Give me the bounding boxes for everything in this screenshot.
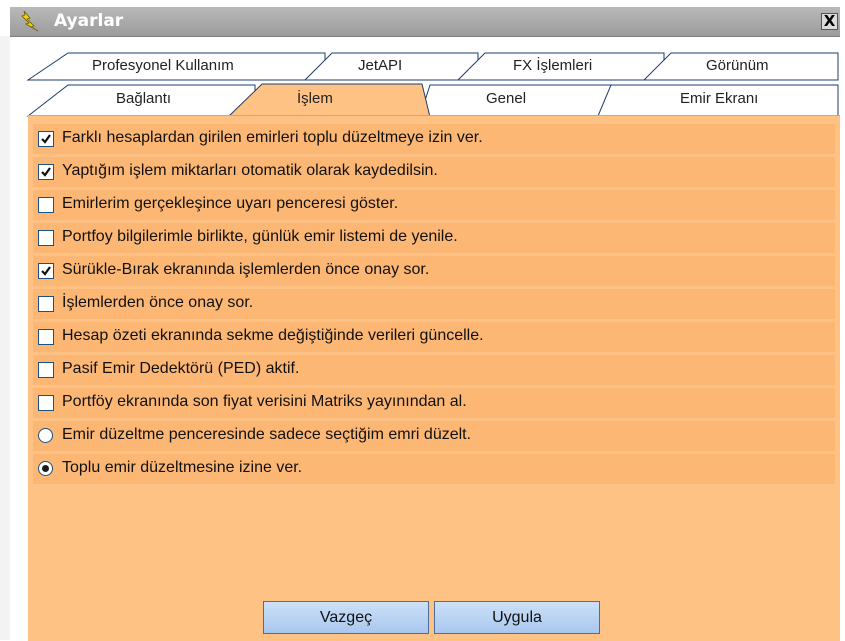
radio-option-row[interactable]: Emir düzeltme penceresinde sadece seçtiğ… — [33, 421, 835, 451]
cancel-button[interactable]: Vazgeç — [263, 601, 429, 634]
checkbox-option-row[interactable]: İşlemlerden önce onay sor. — [33, 289, 835, 319]
checkmark-icon — [41, 134, 51, 144]
tab-emir-ekrani[interactable]: Emir Ekranı — [680, 90, 758, 107]
tab-fx-islemleri[interactable]: FX İşlemleri — [513, 57, 592, 74]
tab-profesyonel-kullanim[interactable]: Profesyonel Kullanım — [92, 57, 234, 74]
checkbox-option-row[interactable]: Yaptığım işlem miktarları otomatik olara… — [33, 157, 835, 187]
tab-gorunum[interactable]: Görünüm — [706, 57, 769, 74]
checkmark-icon — [41, 167, 51, 177]
checkbox-option-row[interactable]: Emirlerim gerçekleşince uyarı penceresi … — [33, 190, 835, 220]
option-label: Portföy ekranında son fiyat verisini Mat… — [62, 393, 467, 410]
tab-genel[interactable]: Genel — [486, 90, 526, 107]
checkbox-checked[interactable] — [38, 263, 54, 279]
checkmark-icon — [41, 266, 51, 276]
tab-jetapi[interactable]: JetAPI — [358, 57, 402, 74]
checkbox-checked[interactable] — [38, 131, 54, 147]
checkbox-unchecked[interactable] — [38, 362, 54, 378]
option-label: Portfoy bilgilerimle birlikte, günlük em… — [62, 228, 458, 245]
checkbox-option-row[interactable]: Farklı hesaplardan girilen emirleri topl… — [33, 124, 835, 154]
islem-settings-panel: Farklı hesaplardan girilen emirleri topl… — [28, 115, 840, 641]
checkbox-unchecked[interactable] — [38, 230, 54, 246]
option-label: Emir düzeltme penceresinde sadece seçtiğ… — [62, 426, 472, 443]
window-left-border — [0, 36, 10, 640]
option-label: Farklı hesaplardan girilen emirleri topl… — [62, 129, 483, 146]
checkbox-unchecked[interactable] — [38, 296, 54, 312]
option-label: Yaptığım işlem miktarları otomatik olara… — [62, 162, 438, 179]
checkbox-option-row[interactable]: Pasif Emir Dedektörü (PED) aktif. — [33, 355, 835, 385]
option-label: Pasif Emir Dedektörü (PED) aktif. — [62, 360, 300, 377]
checkbox-checked[interactable] — [38, 164, 54, 180]
checkbox-unchecked[interactable] — [38, 197, 54, 213]
option-label: Hesap özeti ekranında sekme değiştiğinde… — [62, 327, 484, 344]
checkbox-unchecked[interactable] — [38, 395, 54, 411]
option-label: Emirlerim gerçekleşince uyarı penceresi … — [62, 195, 399, 212]
apply-button[interactable]: Uygula — [434, 601, 600, 634]
radio-dot-icon — [42, 465, 49, 472]
tab-baglanti[interactable]: Bağlantı — [116, 90, 171, 107]
tab-islem[interactable]: İşlem — [297, 90, 333, 107]
checkbox-unchecked[interactable] — [38, 329, 54, 345]
option-label: Sürükle-Bırak ekranında işlemlerden önce… — [62, 261, 430, 278]
checkbox-option-row[interactable]: Hesap özeti ekranında sekme değiştiğinde… — [33, 322, 835, 352]
radio-selected[interactable] — [38, 461, 53, 476]
radio-unselected[interactable] — [38, 428, 53, 443]
checkbox-option-row[interactable]: Sürükle-Bırak ekranında işlemlerden önce… — [33, 256, 835, 286]
option-label: İşlemlerden önce onay sor. — [62, 294, 254, 311]
option-label: Toplu emir düzeltmesine izine ver. — [62, 459, 303, 476]
checkbox-option-row[interactable]: Portföy ekranında son fiyat verisini Mat… — [33, 388, 835, 418]
radio-option-row[interactable]: Toplu emir düzeltmesine izine ver. — [33, 454, 835, 484]
checkbox-option-row[interactable]: Portfoy bilgilerimle birlikte, günlük em… — [33, 223, 835, 253]
